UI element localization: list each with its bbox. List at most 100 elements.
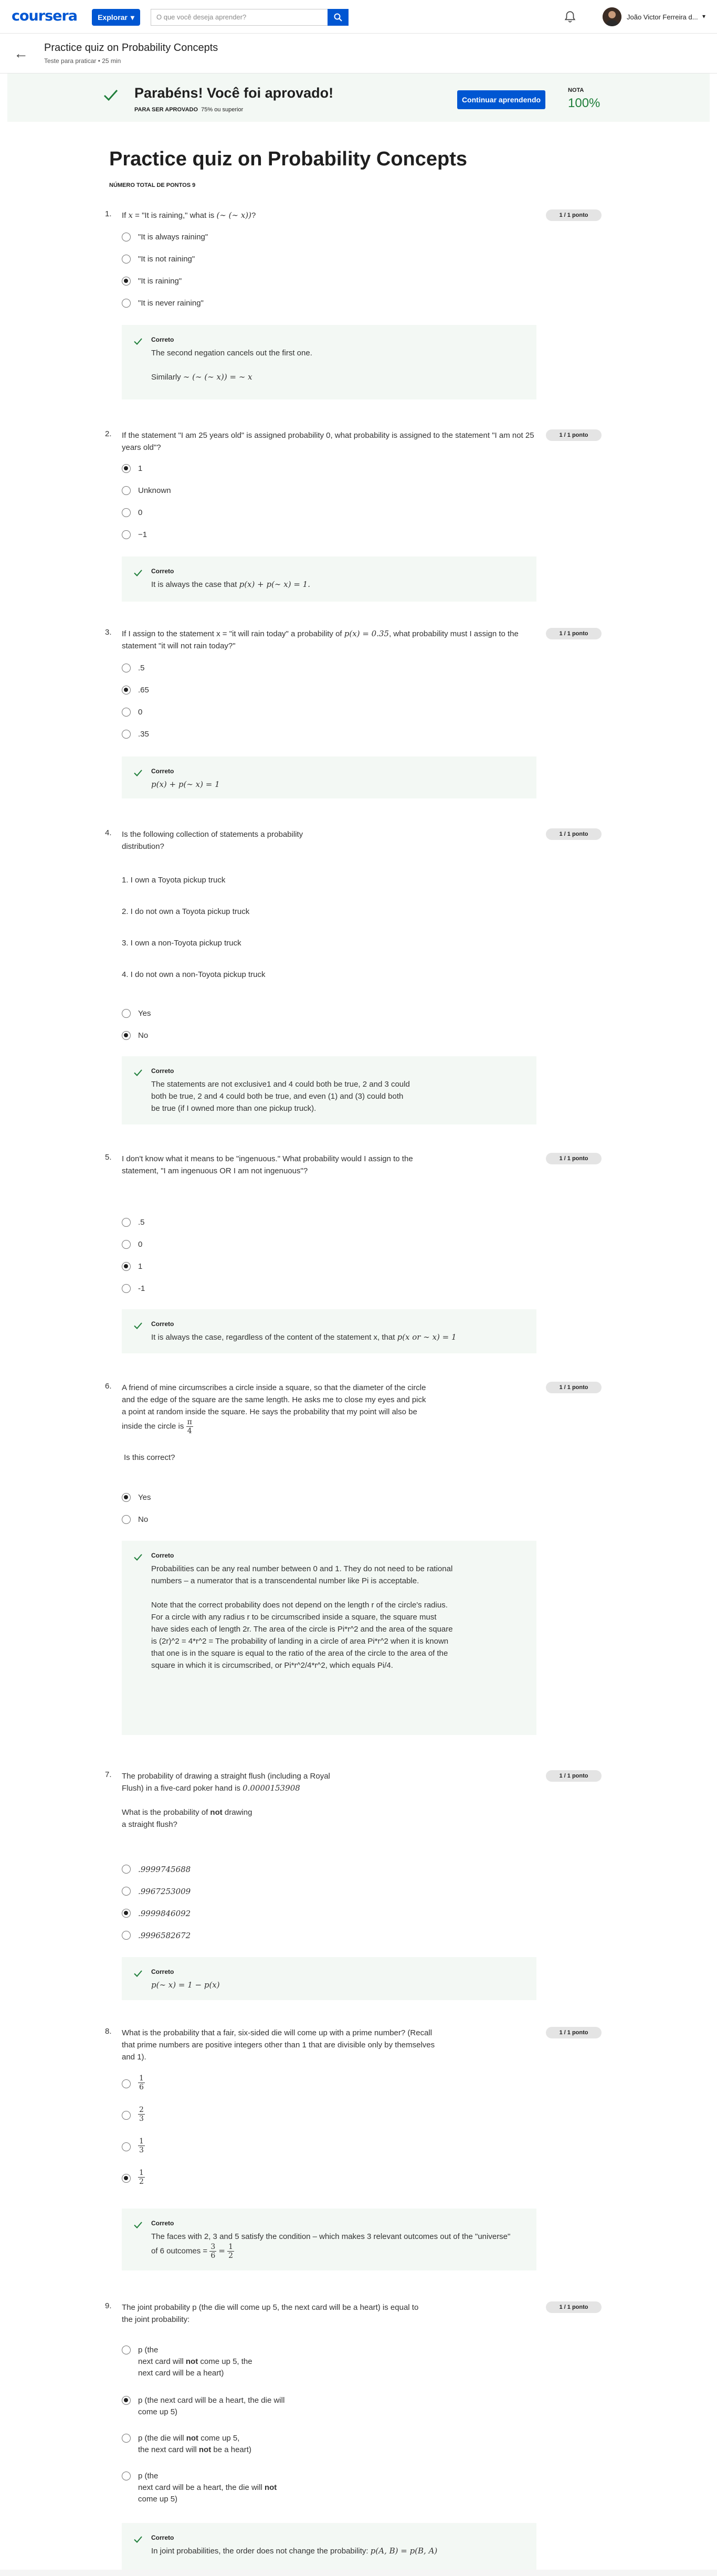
answer-option[interactable]: 0 (122, 1239, 142, 1250)
radio-button-selected[interactable] (122, 1909, 131, 1918)
answer-option[interactable]: p (the next card will be a heart, the die… (122, 2470, 338, 2505)
score-badge: 1 / 1 ponto (546, 429, 602, 441)
feedback-label: Correto (151, 2220, 174, 2227)
check-icon (134, 2536, 142, 2543)
answer-option[interactable]: "It is raining" (122, 276, 182, 287)
radio-button[interactable] (122, 2142, 131, 2151)
continue-learning-button[interactable]: Continuar aprendendo (457, 90, 545, 109)
answer-option[interactable]: .35 (122, 729, 149, 740)
radio-button[interactable] (122, 530, 131, 539)
radio-button[interactable] (122, 708, 131, 717)
username[interactable]: João Victor Ferreira d... (627, 13, 700, 21)
radio-button[interactable] (122, 486, 131, 495)
answer-option[interactable]: .9999745688 (122, 1864, 191, 1875)
radio-button-selected[interactable] (122, 277, 131, 286)
answer-option[interactable]: 0 (122, 707, 142, 718)
radio-button[interactable] (122, 1240, 131, 1249)
question-text: A friend of mine circumscribes a circle … (122, 1383, 426, 1435)
answer-option[interactable]: .5 (122, 663, 145, 674)
radio-button[interactable] (122, 2472, 131, 2480)
answer-option[interactable]: 1 (122, 1261, 142, 1273)
answer-option[interactable]: "It is not raining" (122, 254, 195, 265)
coursera-logo[interactable]: coursera (12, 8, 78, 24)
answer-option[interactable]: No (122, 1514, 148, 1526)
radio-button[interactable] (122, 1887, 131, 1896)
answer-option[interactable]: 12 (122, 2169, 145, 2186)
answer-option[interactable]: -1 (122, 1283, 145, 1295)
radio-button-selected[interactable] (122, 2174, 131, 2183)
score-badge: 1 / 1 ponto (546, 1770, 602, 1782)
score-badge: 1 / 1 ponto (546, 628, 602, 639)
radio-button-selected[interactable] (122, 2396, 131, 2405)
answer-option[interactable]: Yes (122, 1492, 151, 1503)
feedback-box: Correto Probabilities can be any real nu… (122, 1541, 536, 1735)
search-button[interactable] (328, 9, 349, 26)
answer-option[interactable]: 13 (122, 2137, 145, 2154)
explore-label: Explorar (98, 13, 128, 22)
search-input[interactable]: O que você deseja aprender? (151, 9, 328, 26)
avatar[interactable] (603, 7, 621, 26)
radio-button[interactable] (122, 1009, 131, 1018)
radio-button[interactable] (122, 1931, 131, 1940)
radio-button[interactable] (122, 255, 131, 264)
radio-button[interactable] (122, 299, 131, 308)
pass-value: 75% ou superior (201, 107, 244, 113)
radio-button[interactable] (122, 2079, 131, 2088)
question-number: 1. (105, 209, 112, 218)
explore-button[interactable]: Explorar ▾ (92, 9, 140, 26)
radio-button-selected[interactable] (122, 1493, 131, 1502)
answer-option[interactable]: 1 (122, 463, 142, 475)
question-number: 9. (105, 2301, 112, 2310)
score-badge: 1 / 1 ponto (546, 2301, 602, 2313)
back-arrow-icon[interactable]: ← (14, 45, 28, 62)
radio-button[interactable] (122, 233, 131, 241)
radio-button[interactable] (122, 2111, 131, 2120)
answer-option[interactable]: No (122, 1030, 148, 1042)
radio-button-selected[interactable] (122, 686, 131, 695)
answer-option[interactable]: p (the next card will be a heart, the di… (122, 2395, 358, 2418)
radio-button[interactable] (122, 1218, 131, 1227)
score-badge: 1 / 1 ponto (546, 1382, 602, 1393)
answer-option[interactable]: Yes (122, 1008, 151, 1019)
score-badge: 1 / 1 ponto (546, 828, 602, 840)
answer-option[interactable]: .9996582672 (122, 1930, 191, 1941)
radio-button[interactable] (122, 508, 131, 517)
answer-option[interactable]: "It is never raining" (122, 298, 204, 309)
answer-option[interactable]: 16 (122, 2074, 145, 2091)
quiz-header: ← Practice quiz on Probability Concepts … (0, 34, 717, 73)
radio-button-selected[interactable] (122, 1031, 131, 1040)
answer-option[interactable]: .65 (122, 685, 149, 696)
radio-button[interactable] (122, 1865, 131, 1874)
answer-option[interactable]: .9967253009 (122, 1886, 191, 1897)
statement-item: 2. I do not own a Toyota pickup truck (122, 907, 250, 916)
score-badge: 1 / 1 ponto (546, 1153, 602, 1164)
check-icon (134, 1069, 142, 1076)
question-number: 7. (105, 1770, 112, 1779)
radio-button[interactable] (122, 2434, 131, 2443)
question-text: The probability of drawing a straight fl… (122, 1772, 330, 1829)
answer-option[interactable]: .9999846092 (122, 1908, 191, 1919)
radio-button[interactable] (122, 730, 131, 739)
feedback-text: In joint probabilities, the order does n… (151, 2546, 438, 2556)
answer-option[interactable]: .5 (122, 1217, 145, 1228)
feedback-label: Correto (151, 767, 174, 775)
feedback-text: The statements are not exclusive1 and 4 … (151, 1080, 410, 1113)
feedback-box: Correto It is always the case that p(x) … (122, 556, 536, 602)
answer-option[interactable]: 0 (122, 507, 142, 519)
bell-icon[interactable] (563, 10, 577, 24)
radio-button[interactable] (122, 664, 131, 672)
answer-option[interactable]: "It is always raining" (122, 232, 208, 243)
answer-option[interactable]: Unknown (122, 485, 171, 497)
answer-option[interactable]: p (the next card will not come up 5, the n… (122, 2344, 327, 2379)
radio-button-selected[interactable] (122, 1262, 131, 1271)
answer-option[interactable]: p (the die will not come up 5, the next c… (122, 2433, 327, 2456)
answer-option[interactable]: 23 (122, 2106, 145, 2123)
radio-button-selected[interactable] (122, 464, 131, 473)
radio-button[interactable] (122, 2346, 131, 2354)
radio-button[interactable] (122, 1284, 131, 1293)
answer-option[interactable]: −1 (122, 529, 147, 541)
question-text: If I assign to the statement x = "it wil… (122, 629, 519, 650)
radio-button[interactable] (122, 1515, 131, 1524)
chevron-down-icon[interactable]: ▾ (702, 13, 705, 20)
check-icon (134, 1322, 142, 1329)
